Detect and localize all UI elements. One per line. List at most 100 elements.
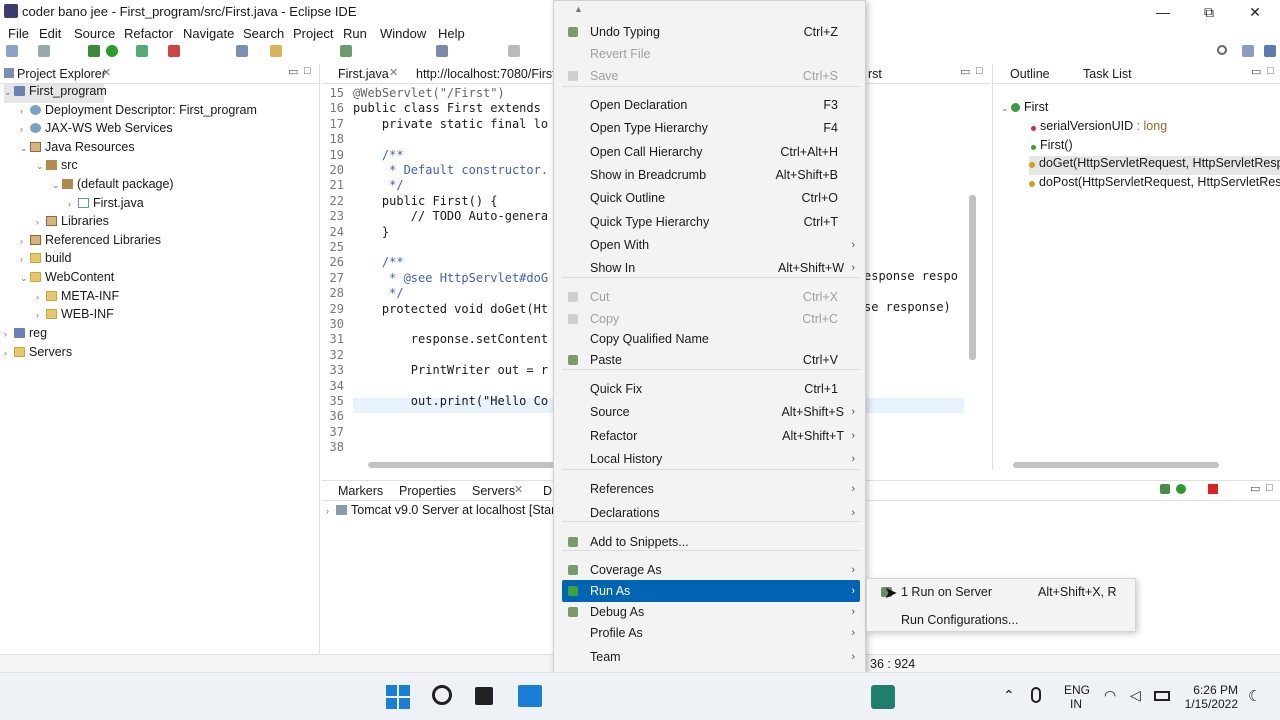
menu-edit[interactable]: Edit: [39, 26, 61, 41]
tree-item-build[interactable]: › build: [20, 251, 71, 270]
menu-item-open-with[interactable]: Open With ›: [562, 234, 860, 256]
run-on-server-item[interactable]: 1 Run on Server Alt+Shift+X, R: [867, 581, 1135, 603]
menu-help[interactable]: Help: [438, 26, 465, 41]
minimize-view-icon[interactable]: ▭: [960, 65, 970, 78]
minimize-button[interactable]: —: [1140, 2, 1186, 22]
eclipse-taskbar-icon[interactable]: [871, 685, 895, 709]
language-indicator[interactable]: ENG IN: [1064, 683, 1090, 711]
windows-start-icon[interactable]: [386, 685, 410, 709]
menu-item-debug-as[interactable]: Debug As ›: [562, 601, 860, 623]
clock[interactable]: 6:26 PM 1/15/2022: [1180, 683, 1238, 711]
tree-item-libraries[interactable]: › Libraries: [36, 214, 109, 233]
maximize-view-icon[interactable]: □: [976, 65, 983, 77]
search-icon[interactable]: [432, 685, 452, 705]
tree-item-jax-ws[interactable]: › JAX-WS Web Services: [20, 121, 173, 140]
outline-item-class[interactable]: ⌄ First: [1001, 100, 1048, 119]
open-perspective-icon[interactable]: [1242, 45, 1254, 57]
menu-run[interactable]: Run: [343, 26, 367, 41]
menu-item-open-call-hierarchy[interactable]: Open Call Hierarchy Ctrl+Alt+H: [562, 141, 860, 163]
close-tab-icon[interactable]: ✕: [389, 66, 398, 79]
search-icon[interactable]: [1217, 45, 1227, 55]
menu-item-run-as[interactable]: Run As ›: [562, 580, 860, 602]
menu-item-team[interactable]: Team ›: [562, 646, 860, 668]
chevron-up-icon[interactable]: ⌃: [1003, 687, 1015, 704]
server-row-tomcat[interactable]: › Tomcat v9.0 Server at localhost [Start: [326, 503, 559, 522]
tree-item-referenced-libraries[interactable]: › Referenced Libraries: [20, 233, 161, 252]
stop-server-icon[interactable]: [1208, 484, 1218, 494]
tree-item-meta-inf[interactable]: › META-INF: [36, 289, 119, 308]
menu-item-references[interactable]: References ›: [562, 478, 860, 500]
tree-item-java-resources[interactable]: ⌄ Java Resources: [20, 140, 135, 159]
tab-servers[interactable]: Servers: [472, 484, 515, 498]
menu-item-paste[interactable]: Paste Ctrl+V: [562, 349, 860, 371]
menu-navigate[interactable]: Navigate: [183, 26, 234, 41]
menu-file[interactable]: File: [8, 26, 29, 41]
save-icon[interactable]: [38, 45, 50, 57]
minimize-view-icon[interactable]: ▭: [288, 65, 298, 78]
editor-vertical-scrollbar[interactable]: [969, 195, 976, 360]
menu-item-open-declaration[interactable]: Open Declaration F3: [562, 94, 860, 116]
battery-icon[interactable]: [1154, 691, 1170, 701]
menu-item-show-in[interactable]: Show In Alt+Shift+W ›: [562, 257, 860, 279]
start-server-icon[interactable]: [1176, 484, 1186, 494]
scroll-up-icon[interactable]: ▲: [574, 4, 583, 14]
back-icon[interactable]: [508, 45, 520, 57]
new-icon[interactable]: [6, 45, 18, 57]
run-toolbar-icon[interactable]: [106, 45, 118, 57]
maximize-view-icon[interactable]: □: [1267, 65, 1274, 77]
menu-item-undo-typing[interactable]: Undo Typing Ctrl+Z: [562, 21, 860, 43]
menu-source[interactable]: Source: [74, 26, 115, 41]
menu-item-local-history[interactable]: Local History ›: [562, 448, 860, 470]
debug-server-icon[interactable]: [1160, 484, 1170, 494]
menu-item-copy[interactable]: Copy Ctrl+C: [562, 308, 860, 330]
tree-item-src[interactable]: ⌄ src: [36, 158, 78, 177]
java-ee-perspective-icon[interactable]: [1264, 45, 1276, 57]
maximize-view-icon[interactable]: □: [1266, 482, 1273, 494]
open-type-icon[interactable]: [270, 45, 282, 57]
microphone-icon[interactable]: [1031, 687, 1041, 703]
widgets-icon[interactable]: [518, 685, 542, 707]
project-explorer-tab[interactable]: Project Explorer: [17, 67, 106, 81]
minimize-view-icon[interactable]: ▭: [1251, 65, 1261, 78]
menu-item-profile-as[interactable]: Profile As ›: [562, 622, 860, 644]
close-tab-icon[interactable]: ✕: [514, 483, 523, 496]
tree-item-first-java[interactable]: › First.java: [68, 196, 144, 215]
maximize-view-icon[interactable]: □: [304, 65, 311, 77]
outline-item-doget[interactable]: doGet(HttpServletRequest, HttpServletRes…: [1029, 156, 1280, 175]
external-tools-icon[interactable]: [168, 45, 180, 57]
menu-project[interactable]: Project: [293, 26, 333, 41]
tree-item-first-program[interactable]: ⌄ First_program: [4, 84, 107, 103]
menu-item-quick-outline[interactable]: Quick Outline Ctrl+O: [562, 187, 860, 209]
tab-task-list[interactable]: Task List: [1083, 67, 1132, 81]
debug-toolbar-icon[interactable]: [88, 45, 100, 57]
tree-item-web-inf[interactable]: › WEB-INF: [36, 307, 114, 326]
run-configurations-item[interactable]: Run Configurations...: [867, 610, 1135, 632]
tab-outline[interactable]: Outline: [1010, 67, 1050, 81]
menu-item-save[interactable]: Save Ctrl+S: [562, 65, 860, 87]
menu-item-show-in-breadcrumb[interactable]: Show in Breadcrumb Alt+Shift+B: [562, 164, 860, 186]
task-view-icon[interactable]: [475, 687, 493, 705]
menu-item-source[interactable]: Source Alt+Shift+S ›: [562, 401, 860, 423]
tab-markers[interactable]: Markers: [338, 484, 383, 498]
coverage-toolbar-icon[interactable]: [136, 45, 148, 57]
tab-other[interactable]: rst: [868, 67, 882, 81]
menu-item-coverage-as[interactable]: Coverage As ›: [562, 559, 860, 581]
menu-item-cut[interactable]: Cut Ctrl+X: [562, 286, 860, 308]
tree-item-webcontent[interactable]: ⌄ WebContent: [20, 270, 114, 289]
tab-browser[interactable]: http://localhost:7080/First: [416, 67, 556, 81]
notifications-icon[interactable]: ☾: [1248, 687, 1261, 705]
menu-item-quick-fix[interactable]: Quick Fix Ctrl+1: [562, 378, 860, 400]
minimize-view-icon[interactable]: ▭: [1250, 482, 1260, 495]
menu-item-refactor[interactable]: Refactor Alt+Shift+T ›: [562, 425, 860, 447]
search-toolbar-icon[interactable]: [340, 45, 352, 57]
outline-item-dopost[interactable]: doPost(HttpServletRequest, HttpServletRe…: [1029, 175, 1280, 194]
close-tab-icon[interactable]: ✕: [102, 66, 111, 79]
editor-horizontal-scrollbar[interactable]: [368, 462, 558, 468]
new-java-class-icon[interactable]: [236, 45, 248, 57]
tab-first-java[interactable]: First.java: [338, 67, 389, 81]
tree-item-servers[interactable]: › Servers: [4, 345, 72, 364]
volume-icon[interactable]: ◁: [1130, 687, 1141, 704]
outline-item-field[interactable]: serialVersionUID : long: [1031, 119, 1167, 138]
wifi-icon[interactable]: ◠: [1104, 687, 1116, 704]
menu-refactor[interactable]: Refactor: [124, 26, 173, 41]
